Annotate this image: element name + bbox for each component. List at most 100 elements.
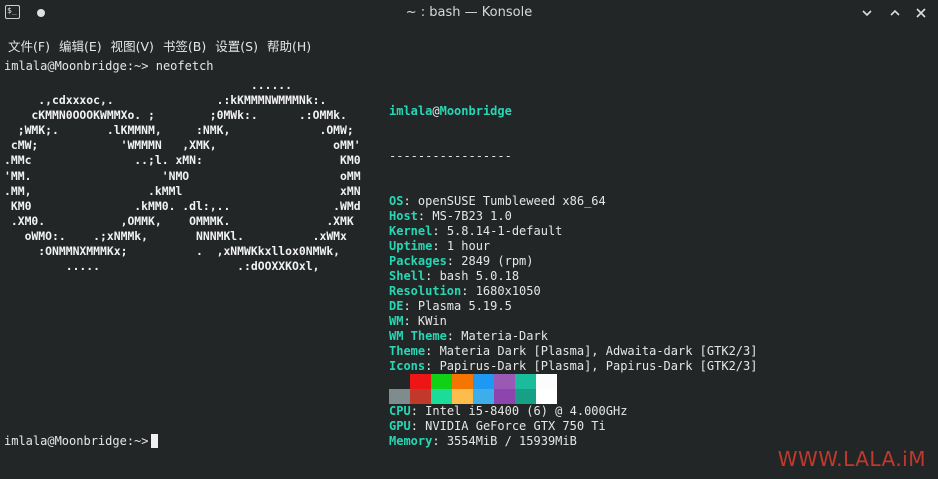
- info-value: 1680x1050: [475, 284, 541, 298]
- color-swatch: [431, 374, 452, 389]
- info-value: 5.8.14-1-default: [446, 224, 563, 238]
- info-label: WM: [389, 314, 404, 328]
- info-value: Plasma 5.19.5: [417, 299, 512, 313]
- info-colon: :: [425, 344, 440, 358]
- info-colon: :: [461, 284, 476, 298]
- color-swatch: [494, 374, 515, 389]
- info-row: Shell: bash 5.0.18: [389, 269, 757, 284]
- info-label: Kernel: [389, 224, 433, 238]
- info-value: KWin: [417, 314, 447, 328]
- info-label: Packages: [389, 254, 447, 268]
- info-row: GPU: NVIDIA GeForce GTX 750 Ti: [389, 419, 757, 434]
- info-label: DE: [389, 299, 404, 313]
- info-value: 3554MiB / 15939MiB: [446, 434, 577, 448]
- system-info: imlala@Moonbridge ----------------- OS: …: [389, 74, 757, 479]
- close-icon[interactable]: [911, 4, 931, 22]
- menu-file[interactable]: 文件(F): [8, 34, 50, 57]
- color-swatch: [473, 374, 494, 389]
- info-colon: :: [432, 224, 447, 238]
- info-label: Theme: [389, 344, 426, 358]
- info-row: Kernel: 5.8.14-1-default: [389, 224, 757, 239]
- color-swatch: [452, 374, 473, 389]
- info-colon: :: [446, 254, 462, 268]
- logo-line: KM0 .kMM0. .dl:,.. .WMd: [4, 198, 361, 213]
- logo-line: cMW; 'WMMMN ,XMK, oMM': [4, 138, 361, 153]
- logo-line: 'MM. 'NMO oMM: [4, 168, 361, 183]
- info-row: CPU: Intel i5-8400 (6) @ 4.000GHz: [389, 404, 757, 419]
- info-label: WM Theme: [389, 329, 447, 343]
- info-colon: :: [417, 209, 433, 223]
- ascii-logo: ...... .,cdxxxoc,. .:kKMMMNWMMMNk:. cKMM…: [4, 78, 361, 274]
- info-at: @: [432, 104, 440, 118]
- info-row: WM Theme: Materia-Dark: [389, 329, 757, 344]
- info-value: NVIDIA GeForce GTX 750 Ti: [425, 419, 606, 433]
- info-row: Memory: 3554MiB / 15939MiB: [389, 434, 757, 449]
- info-label: Shell: [389, 269, 426, 283]
- info-value: 1 hour: [446, 239, 491, 253]
- logo-line: oWMO:. .;xNMMk, NNNMKl. .xWMx: [4, 228, 347, 243]
- info-colon: :: [446, 329, 462, 343]
- logo-line: ......: [4, 78, 293, 92]
- info-label: Host: [389, 209, 418, 223]
- info-row: Uptime: 1 hour: [389, 239, 757, 254]
- menu-settings[interactable]: 设置(S): [215, 34, 258, 57]
- info-header: imlala@Moonbridge: [389, 104, 757, 119]
- info-colon: :: [410, 419, 426, 433]
- color-swatch: [515, 374, 536, 389]
- prompt-current: imlala@Moonbridge:~>: [4, 434, 156, 448]
- info-value: 2849 (rpm): [461, 254, 534, 268]
- menu-bar: 文件(F) 编辑(E) 视图(V) 书签(B) 设置(S) 帮助(H): [0, 32, 938, 58]
- color-swatch: [452, 389, 473, 404]
- color-swatch: [536, 374, 557, 389]
- logo-line: .MM, .kMMl xMN: [4, 183, 361, 198]
- info-colon: :: [425, 269, 440, 283]
- info-colon: :: [432, 239, 447, 253]
- info-colon: :: [403, 194, 418, 208]
- restore-icon[interactable]: [885, 4, 905, 22]
- info-row: Theme: Materia Dark [Plasma], Adwaita-da…: [389, 344, 757, 359]
- info-row: WM: KWin: [389, 314, 757, 329]
- info-value: Papirus-Dark [Plasma], Papirus-Dark [GTK…: [439, 359, 758, 373]
- info-colon: :: [403, 314, 418, 328]
- info-label: CPU: [389, 404, 411, 418]
- color-swatch: [410, 374, 431, 389]
- info-separator: -----------------: [389, 149, 512, 163]
- window-title: ~ : bash — Konsole: [405, 5, 533, 20]
- info-host: Moonbridge: [439, 104, 512, 118]
- info-colon: :: [403, 299, 418, 313]
- minimize-icon[interactable]: [857, 4, 877, 22]
- info-row: Packages: 2849 (rpm): [389, 254, 757, 269]
- info-label: GPU: [389, 419, 411, 433]
- info-label: Resolution: [389, 284, 462, 298]
- color-swatch: [431, 389, 452, 404]
- logo-line: ;WMK;. .lKMMNM, :NMK, .OMW;: [4, 123, 354, 138]
- info-label: Icons: [389, 359, 426, 373]
- info-row: DE: Plasma 5.19.5: [389, 299, 757, 314]
- watermark: WWW.LALA.iM: [777, 447, 926, 471]
- info-value: openSUSE Tumbleweed x86_64: [417, 194, 606, 208]
- prompt-command: imlala@Moonbridge:~> neofetch: [4, 59, 214, 73]
- color-swatch: [494, 389, 515, 404]
- info-colon: :: [432, 434, 447, 448]
- logo-line: :ONMMNXMMMKx; . ,xNMWKkxllox0NMWk,: [4, 244, 341, 259]
- info-value: Materia-Dark: [461, 329, 548, 343]
- logo-line: cKMMN0OOOKWMMXo. ; ;0MWk:. .:OMMk.: [4, 108, 347, 123]
- info-row: Host: MS-7B23 1.0: [389, 209, 757, 224]
- info-colon: :: [425, 359, 440, 373]
- color-swatch: [410, 389, 431, 404]
- color-swatch: [389, 389, 410, 404]
- color-swatch: [473, 389, 494, 404]
- logo-line: .MMc ..;l. xMN: KM0: [4, 153, 361, 168]
- info-value: Intel i5-8400 (6) @ 4.000GHz: [425, 404, 628, 418]
- menu-edit[interactable]: 编辑(E): [59, 34, 102, 57]
- menu-view[interactable]: 视图(V): [111, 34, 154, 57]
- menu-help[interactable]: 帮助(H): [267, 34, 311, 57]
- info-label: OS: [389, 194, 404, 208]
- color-swatch: [389, 374, 410, 389]
- logo-line: .XM0. ,OMMK, OMMMK. .XMK: [4, 213, 354, 228]
- info-row: Resolution: 1680x1050: [389, 284, 757, 299]
- menu-bookmarks[interactable]: 书签(B): [163, 34, 206, 57]
- info-value: Materia Dark [Plasma], Adwaita-dark [GTK…: [439, 344, 758, 358]
- info-label: Memory: [389, 434, 433, 448]
- logo-line: ..... .:dOOXXKOxl,: [4, 259, 320, 274]
